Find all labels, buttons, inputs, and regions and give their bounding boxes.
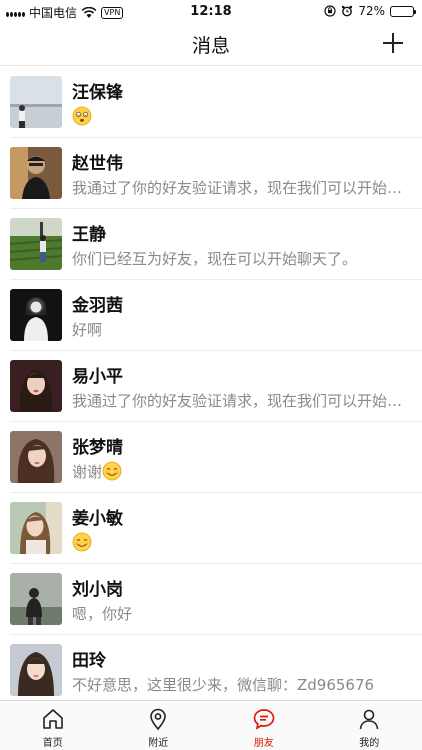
avatar[interactable] [10, 502, 62, 554]
message-item[interactable]: 刘小岗 嗯，你好 [0, 564, 422, 635]
contact-name: 王静 [72, 225, 106, 245]
message-item[interactable]: 田玲 不好意思，这里很少来，微信聊：Zd965676 [0, 635, 422, 699]
avatar[interactable] [10, 644, 62, 696]
status-right: 72% [324, 4, 416, 18]
tab-label: 附近 [148, 738, 169, 749]
message-preview [72, 532, 408, 552]
avatar[interactable] [10, 431, 62, 483]
contact-name: 姜小敏 [72, 509, 123, 529]
tab-friends[interactable]: 朋友 [211, 701, 317, 750]
avatar[interactable] [10, 147, 62, 199]
message-item[interactable]: 王静 你们已经互为好友，现在可以开始聊天了。 [0, 209, 422, 280]
contact-name: 刘小岗 [72, 580, 123, 600]
home-icon [42, 709, 63, 729]
tab-home[interactable]: 首页 [0, 701, 106, 750]
contact-name: 易小平 [72, 367, 123, 387]
battery-icon [390, 5, 416, 17]
avatar[interactable] [10, 76, 62, 128]
status-bar: 中国电信 VPN 12:18 72% [0, 0, 422, 22]
tab-bar: 首页 附近 朋友 我的 [0, 700, 422, 750]
smile-emoji-icon [72, 532, 92, 552]
nav-bar: 消息 [0, 22, 422, 66]
chat-bubble-icon [253, 709, 275, 730]
message-preview: 嗯，你好 [72, 605, 133, 623]
avatar[interactable] [10, 218, 62, 270]
dizzy-face-emoji-icon [72, 106, 92, 126]
avatar[interactable] [10, 289, 62, 341]
contact-name: 田玲 [72, 651, 106, 671]
tab-label: 我的 [359, 738, 380, 749]
avatar[interactable] [10, 360, 62, 412]
tab-nearby[interactable]: 附近 [106, 701, 212, 750]
battery-percent: 72% [358, 4, 385, 18]
smile-emoji-icon [102, 461, 122, 481]
tab-me[interactable]: 我的 [317, 701, 422, 750]
message-preview: 我通过了你的好友验证请求，现在我们可以开始聊天了 [72, 179, 408, 197]
rotation-lock-icon [324, 5, 336, 17]
message-preview: 我通过了你的好友验证请求，现在我们可以开始聊天了 [72, 392, 408, 410]
avatar[interactable] [10, 573, 62, 625]
message-item[interactable]: 金羽茜 好啊 [0, 280, 422, 351]
contact-name: 张梦晴 [72, 438, 123, 458]
message-preview: 谢谢 [72, 461, 408, 482]
message-preview: 好啊 [72, 321, 103, 339]
message-item[interactable]: 赵世伟 我通过了你的好友验证请求，现在我们可以开始聊天了 [0, 138, 422, 209]
page-title: 消息 [191, 35, 230, 57]
person-icon [359, 709, 379, 730]
tab-label: 首页 [42, 738, 63, 749]
contact-name: 汪保锋 [72, 83, 123, 103]
location-pin-icon [150, 708, 167, 731]
alarm-icon [342, 5, 353, 17]
message-item[interactable]: 易小平 我通过了你的好友验证请求，现在我们可以开始聊天了 [0, 351, 422, 422]
message-preview [72, 106, 408, 126]
message-preview: 不好意思，这里很少来，微信聊：Zd965676 [72, 676, 375, 694]
message-list: 汪保锋 赵世伟 我通过了你的好友验证请求，现在我们可以开始聊天了 王静 你们已经… [0, 67, 422, 699]
contact-name: 金羽茜 [72, 296, 123, 316]
message-item[interactable]: 姜小敏 [0, 493, 422, 564]
message-preview: 你们已经互为好友，现在可以开始聊天了。 [72, 250, 358, 268]
tab-label: 朋友 [253, 738, 274, 749]
contact-name: 赵世伟 [72, 154, 123, 174]
message-item[interactable]: 张梦晴 谢谢 [0, 422, 422, 493]
message-item[interactable]: 汪保锋 [0, 67, 422, 138]
plus-icon[interactable] [380, 30, 406, 56]
